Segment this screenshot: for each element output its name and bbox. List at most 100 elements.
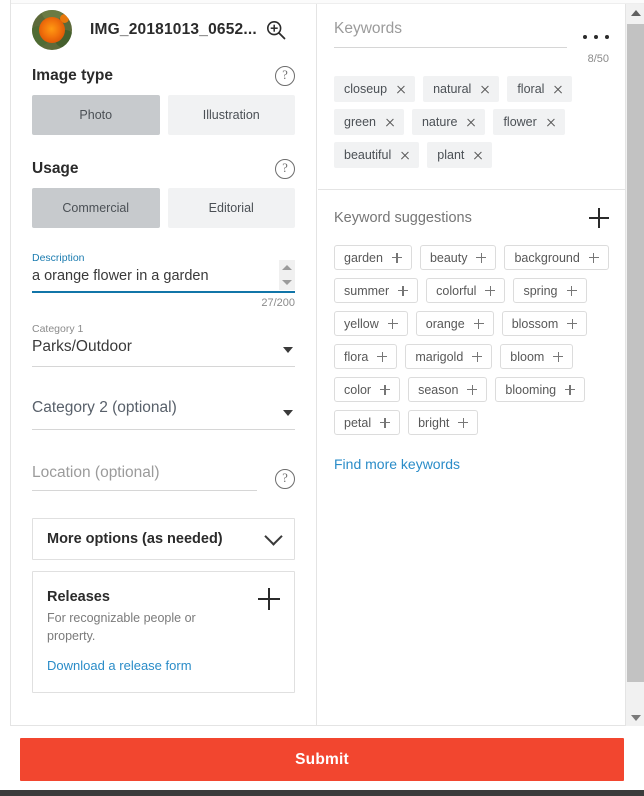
image-type-toggle-group: Photo Illustration [22, 95, 305, 135]
plus-icon[interactable] [553, 351, 564, 362]
description-input[interactable]: a orange flower in a garden [32, 265, 295, 287]
suggestion-chip[interactable]: orange [415, 311, 494, 336]
scroll-up-arrow-icon[interactable] [626, 4, 644, 21]
plus-icon[interactable] [472, 351, 483, 362]
chevron-down-icon[interactable] [283, 347, 293, 353]
magnifier-plus-icon[interactable] [261, 15, 291, 45]
plus-icon[interactable] [473, 318, 484, 329]
scrollbar[interactable] [625, 4, 644, 726]
plus-icon[interactable] [567, 318, 578, 329]
keyword-chip[interactable]: nature [411, 109, 486, 135]
more-options-label: More options (as needed) [47, 531, 223, 547]
suggestion-chip[interactable]: color [334, 377, 401, 402]
plus-icon[interactable] [458, 417, 469, 428]
close-icon[interactable] [546, 118, 555, 127]
keyword-chip[interactable]: flower [493, 109, 565, 135]
plus-icon[interactable] [377, 351, 388, 362]
chevron-down-icon[interactable] [283, 410, 293, 416]
close-icon[interactable] [385, 118, 394, 127]
suggestion-chip[interactable]: bright [408, 410, 479, 435]
scroll-down-arrow-icon[interactable] [626, 709, 644, 726]
keyword-chip[interactable]: closeup [334, 76, 416, 102]
keyword-chip-label: flower [503, 115, 537, 129]
suggestion-chip[interactable]: beauty [419, 245, 497, 270]
plus-icon[interactable] [467, 384, 478, 395]
plus-icon[interactable] [565, 384, 576, 395]
suggestion-chip-label: spring [523, 283, 558, 298]
thumbnail-flower [39, 17, 65, 43]
suggestion-chip[interactable]: blossom [501, 311, 588, 336]
submit-bar: Submit [0, 726, 644, 790]
close-icon[interactable] [396, 85, 405, 94]
keywords-header: Keywords [334, 4, 609, 48]
description-resize-stepper[interactable] [279, 260, 295, 290]
close-icon[interactable] [480, 85, 489, 94]
suggestion-chip[interactable]: summer [334, 278, 419, 303]
scrollbar-thumb[interactable] [627, 24, 644, 682]
stepper-up-icon[interactable] [282, 265, 292, 270]
plus-icon[interactable] [398, 285, 409, 296]
suggestion-chip[interactable]: season [408, 377, 488, 402]
description-field[interactable]: Description a orange flower in a garden [32, 252, 295, 293]
find-more-keywords-link[interactable]: Find more keywords [334, 456, 609, 472]
keyword-chip-label: plant [437, 148, 465, 162]
keyword-chip[interactable]: beautiful [334, 142, 420, 168]
close-icon[interactable] [553, 85, 562, 94]
plus-icon[interactable] [476, 252, 487, 263]
plus-icon[interactable] [380, 384, 391, 395]
plus-icon[interactable] [485, 285, 496, 296]
toggle-illustration[interactable]: Illustration [167, 95, 295, 135]
suggestion-chip[interactable]: colorful [426, 278, 506, 303]
keywords-input[interactable]: Keywords [334, 20, 567, 48]
keyword-chip-label: green [344, 115, 376, 129]
chevron-down-icon[interactable] [264, 527, 283, 546]
suggestion-chip[interactable]: garden [334, 245, 412, 270]
suggestion-chip-label: bloom [510, 349, 545, 364]
avatar[interactable] [32, 10, 72, 50]
suggestion-chip[interactable]: spring [513, 278, 587, 303]
keyword-chip[interactable]: plant [427, 142, 493, 168]
submit-button[interactable]: Submit [20, 738, 624, 781]
keyword-chip[interactable]: natural [423, 76, 500, 102]
add-release-plus-icon[interactable] [258, 588, 280, 610]
keyword-chip[interactable]: green [334, 109, 404, 135]
close-icon[interactable] [466, 118, 475, 127]
suggestion-chip-label: blossom [511, 316, 559, 331]
close-icon[interactable] [400, 151, 409, 160]
suggestion-chip[interactable]: bloom [500, 344, 574, 369]
suggestion-chip[interactable]: yellow [334, 311, 408, 336]
help-icon[interactable]: ? [275, 469, 295, 489]
suggestion-chip[interactable]: background [504, 245, 609, 270]
plus-icon[interactable] [387, 318, 398, 329]
keywords-panel: Keywords 8/50 closeup natural floral gre… [318, 4, 625, 726]
plus-icon[interactable] [380, 417, 391, 428]
help-icon[interactable]: ? [275, 66, 295, 86]
usage-header: Usage ? [22, 159, 305, 179]
page-title: IMG_20181013_0652... [90, 21, 257, 38]
download-release-form-link[interactable]: Download a release form [47, 658, 280, 673]
more-options-accordion[interactable]: More options (as needed) [32, 518, 295, 560]
category2-select[interactable]: Category 2 (optional) [32, 397, 295, 430]
toggle-commercial[interactable]: Commercial [32, 188, 160, 228]
suggestion-chip[interactable]: flora [334, 344, 398, 369]
suggestion-chip[interactable]: blooming [495, 377, 586, 402]
ellipsis-icon[interactable] [583, 26, 609, 48]
suggestion-chip[interactable]: petal [334, 410, 401, 435]
category1-select[interactable]: Category 1 Parks/Outdoor [32, 323, 295, 367]
keyword-chip-label: natural [433, 82, 472, 96]
location-input[interactable]: Location (optional) [32, 464, 257, 491]
keyword-chip[interactable]: floral [507, 76, 573, 102]
suggestion-chip-label: beauty [429, 250, 468, 265]
usage-toggle-group: Commercial Editorial [22, 188, 305, 228]
toggle-editorial[interactable]: Editorial [167, 188, 295, 228]
plus-icon[interactable] [588, 252, 599, 263]
close-icon[interactable] [473, 151, 482, 160]
keyword-chip-list: closeup natural floral green nature flow… [334, 76, 609, 168]
suggestion-chip[interactable]: marigold [405, 344, 493, 369]
plus-icon[interactable] [566, 285, 577, 296]
plus-icon[interactable] [391, 252, 402, 263]
help-icon[interactable]: ? [275, 159, 295, 179]
stepper-down-icon[interactable] [282, 280, 292, 285]
toggle-photo[interactable]: Photo [32, 95, 160, 135]
add-all-suggestions-plus-icon[interactable] [589, 208, 609, 228]
